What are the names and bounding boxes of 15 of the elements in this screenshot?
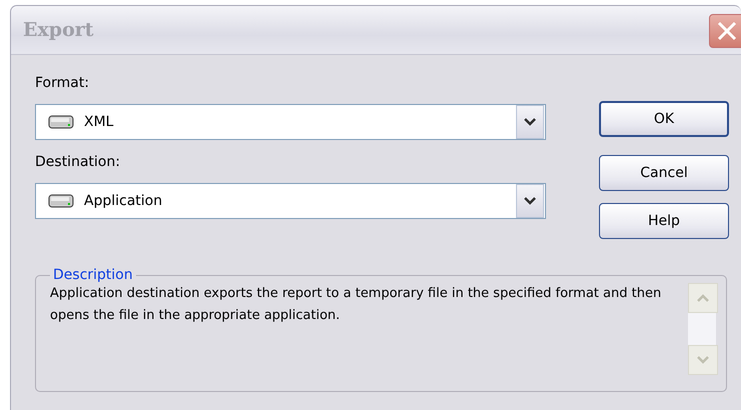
drive-icon xyxy=(48,115,74,129)
format-dropdown[interactable]: XML xyxy=(35,104,546,140)
close-button[interactable] xyxy=(709,14,741,48)
dialog-button[interactable]: Cancel xyxy=(599,155,729,191)
description-text: Application destination exports the report to a temporary file in the specified format and then opens the file in the appropriate application. xyxy=(50,285,662,325)
group-legend: Description xyxy=(50,267,136,283)
window-title: Export xyxy=(23,19,94,41)
close-icon xyxy=(716,20,738,42)
destination-dropdown[interactable]: Application xyxy=(35,183,546,219)
format-label: Format: xyxy=(35,75,90,93)
dialog-button[interactable]: OK xyxy=(599,101,729,137)
dialog-button[interactable]: Help xyxy=(599,203,729,239)
destination-label: Destination: xyxy=(35,154,122,172)
drive-icon xyxy=(48,194,74,208)
scroll-bar[interactable] xyxy=(688,283,716,375)
